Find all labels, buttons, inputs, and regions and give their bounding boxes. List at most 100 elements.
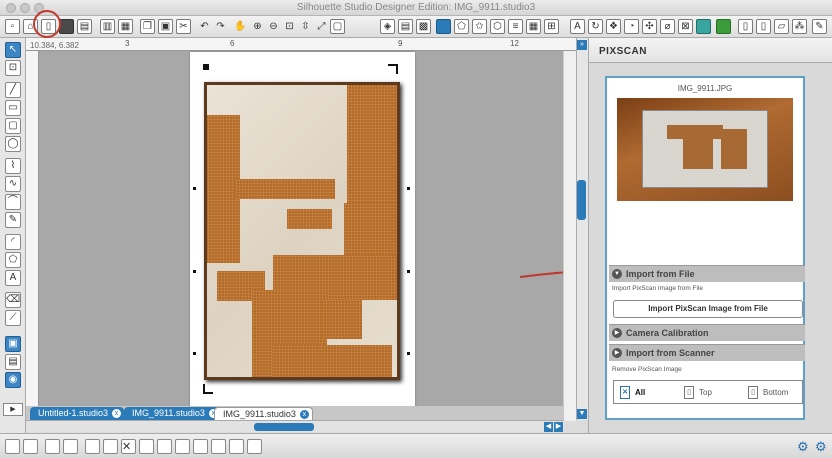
import-from-file-section[interactable]: ▼ Import from File bbox=[609, 265, 805, 282]
import-from-scanner-section[interactable]: ▶ Import from Scanner bbox=[609, 344, 805, 361]
registration-marks-icon[interactable]: ▤ bbox=[5, 354, 21, 370]
duplicate-icon[interactable] bbox=[139, 439, 154, 454]
line-thickness-icon[interactable]: ≡ bbox=[508, 19, 523, 34]
arc-tool-icon[interactable]: ⌒ bbox=[5, 194, 21, 210]
trace-icon[interactable]: ⊠ bbox=[678, 19, 693, 34]
fill-gradient-icon[interactable]: ▤ bbox=[398, 19, 413, 34]
close-tab-icon[interactable]: x bbox=[299, 410, 309, 419]
fill-color-icon[interactable]: ◈ bbox=[380, 19, 395, 34]
drag-zoom-icon[interactable]: ⇳ bbox=[298, 19, 313, 34]
selection-handle[interactable] bbox=[193, 270, 196, 273]
selection-handle[interactable] bbox=[193, 187, 196, 190]
selection-handle[interactable] bbox=[407, 270, 410, 273]
transform-icon[interactable]: ⊞ bbox=[544, 19, 559, 34]
vertical-scroll-thumb[interactable] bbox=[577, 180, 586, 220]
cut-style-icon[interactable]: ▦ bbox=[526, 19, 541, 34]
send-to-silhouette-icon[interactable]: ▱ bbox=[774, 19, 789, 34]
offset-icon[interactable]: ⬡ bbox=[490, 19, 505, 34]
vertical-scrollbar[interactable] bbox=[576, 38, 588, 420]
knife-tool-icon[interactable]: ⟋ bbox=[5, 310, 21, 326]
line-color-icon[interactable] bbox=[436, 19, 451, 34]
tab-img-9911-active[interactable]: IMG_9911.studio3 x bbox=[214, 407, 313, 420]
group-icon[interactable] bbox=[5, 439, 20, 454]
text-style-icon[interactable]: A bbox=[570, 19, 585, 34]
undo-icon[interactable]: ↶ bbox=[197, 19, 212, 34]
selection-handle[interactable] bbox=[407, 352, 410, 355]
send-to-back-icon[interactable] bbox=[193, 439, 208, 454]
print-icon[interactable]: ▥ bbox=[100, 19, 115, 34]
edit-points-icon[interactable]: ⊡ bbox=[5, 60, 21, 76]
rectangle-tool-icon[interactable]: ▭ bbox=[5, 100, 21, 116]
horizontal-scroll-thumb[interactable] bbox=[254, 423, 314, 431]
scroll-right-icon[interactable]: ▶ bbox=[554, 422, 563, 432]
fill-pattern-icon[interactable]: ▩ bbox=[416, 19, 431, 34]
replicate-icon[interactable]: ❖ bbox=[606, 19, 621, 34]
page-icon[interactable]: ▢ bbox=[330, 19, 345, 34]
close-tab-icon[interactable]: x bbox=[112, 409, 122, 418]
select-tool-icon[interactable]: ↖ bbox=[5, 42, 21, 58]
curve-tool-icon[interactable]: ∿ bbox=[5, 176, 21, 192]
grid-toggle-icon[interactable] bbox=[247, 439, 262, 454]
play-icon[interactable]: ▶ bbox=[3, 403, 23, 416]
zoom-in-icon[interactable]: ⊕ bbox=[250, 19, 265, 34]
line-tool-icon[interactable]: ╱ bbox=[5, 82, 21, 98]
bring-to-front-icon[interactable] bbox=[175, 439, 190, 454]
modify-icon[interactable]: ◔ bbox=[624, 19, 639, 34]
scroll-down-icon[interactable]: ▼ bbox=[577, 409, 587, 419]
remove-all-button[interactable]: ✕ All bbox=[620, 385, 645, 401]
pixscan-image[interactable] bbox=[204, 82, 400, 380]
page-setup-icon[interactable]: ▣ bbox=[5, 336, 21, 352]
tab-img-9911[interactable]: IMG_9911.studio3 x bbox=[124, 407, 221, 420]
text-tool-icon[interactable]: A bbox=[5, 270, 21, 286]
delete-icon[interactable] bbox=[157, 439, 172, 454]
release-compound-icon[interactable] bbox=[63, 439, 78, 454]
remove-bottom-button[interactable]: ▯ Bottom bbox=[748, 385, 788, 401]
design-store-icon[interactable] bbox=[696, 19, 711, 34]
camera-calibration-section[interactable]: ▶ Camera Calibration bbox=[609, 324, 805, 341]
selection-handle[interactable] bbox=[193, 352, 196, 355]
deselect-icon[interactable]: ✕ bbox=[121, 439, 136, 454]
make-compound-icon[interactable] bbox=[45, 439, 60, 454]
remove-top-button[interactable]: ▯ Top bbox=[684, 385, 712, 401]
horizontal-scrollbar[interactable]: ▶ ◀ bbox=[26, 420, 564, 432]
settings-icon[interactable]: ⚙ bbox=[815, 440, 829, 454]
cut-icon[interactable]: ✂ bbox=[176, 19, 191, 34]
regular-polygon-icon[interactable]: ◜ bbox=[5, 234, 21, 250]
copy-icon[interactable]: ❐ bbox=[140, 19, 155, 34]
pan-icon[interactable]: ✋ bbox=[233, 19, 248, 34]
ruler-toggle-icon[interactable] bbox=[229, 439, 244, 454]
send-panel-icon[interactable]: ◉ bbox=[5, 372, 21, 388]
rotate-icon[interactable]: ↻ bbox=[588, 19, 603, 34]
redo-icon[interactable]: ↷ bbox=[213, 19, 228, 34]
align-icon[interactable]: ✣ bbox=[642, 19, 657, 34]
knife-icon[interactable]: ⌀ bbox=[660, 19, 675, 34]
polygon-tool-icon[interactable]: ⌇ bbox=[5, 158, 21, 174]
rounded-rectangle-icon[interactable]: ▢ bbox=[5, 118, 21, 134]
new-document-icon[interactable]: ▫ bbox=[5, 19, 20, 34]
shadow-icon[interactable]: ✩ bbox=[472, 19, 487, 34]
ungroup-icon[interactable] bbox=[23, 439, 38, 454]
weld-icon[interactable] bbox=[85, 439, 100, 454]
registration-icon[interactable]: ▯ bbox=[756, 19, 771, 34]
line-style-icon[interactable]: ⬠ bbox=[454, 19, 469, 34]
gear-icon[interactable]: ⚙ bbox=[797, 440, 811, 454]
rhinestone-icon[interactable]: ⁂ bbox=[792, 19, 807, 34]
edit-colors-icon[interactable] bbox=[211, 439, 226, 454]
sketch-icon[interactable]: ✎ bbox=[812, 19, 827, 34]
eraser-tool-icon[interactable]: ⌫ bbox=[5, 292, 21, 308]
scroll-left-icon[interactable]: ◀ bbox=[544, 422, 553, 432]
tab-untitled-1[interactable]: Untitled-1.studio3 x bbox=[30, 407, 125, 420]
save-to-library-icon[interactable]: ▤ bbox=[77, 19, 92, 34]
library-icon[interactable] bbox=[716, 19, 731, 34]
ellipse-tool-icon[interactable]: ◯ bbox=[5, 136, 21, 152]
zoom-select-icon[interactable]: ⊡ bbox=[282, 19, 297, 34]
zoom-out-icon[interactable]: ⊖ bbox=[266, 19, 281, 34]
select-all-icon[interactable] bbox=[103, 439, 118, 454]
print-cut-icon[interactable]: ▦ bbox=[118, 19, 133, 34]
import-pixscan-button[interactable]: Import PixScan Image from File bbox=[613, 300, 803, 318]
freehand-tool-icon[interactable]: ✎ bbox=[5, 212, 21, 228]
save-icon[interactable] bbox=[59, 19, 74, 34]
paste-icon[interactable]: ▣ bbox=[158, 19, 173, 34]
fit-to-page-icon[interactable]: ⤢ bbox=[314, 19, 329, 34]
expand-panel-icon[interactable]: » bbox=[577, 40, 587, 50]
